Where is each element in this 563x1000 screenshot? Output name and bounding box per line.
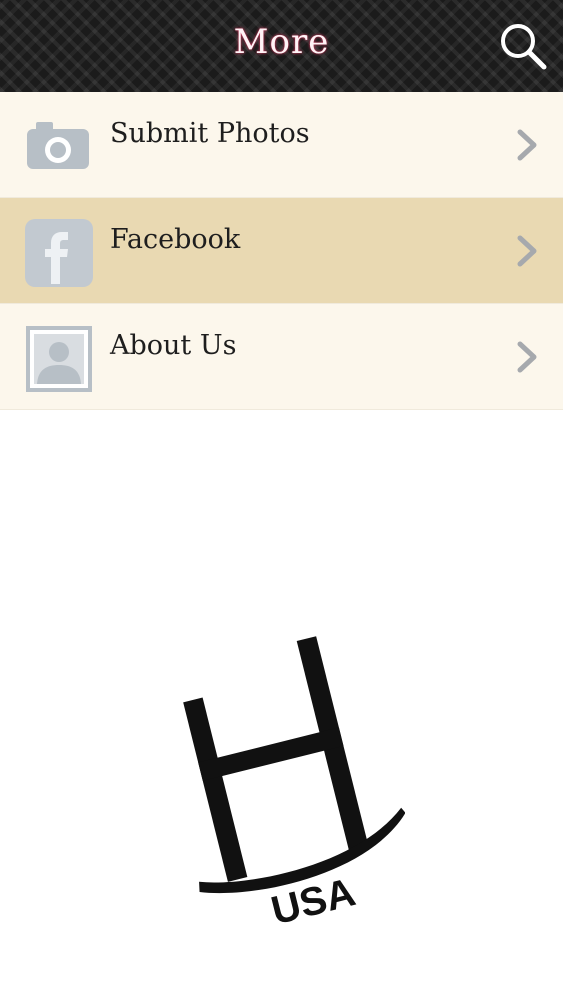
header-bar: More (0, 0, 563, 92)
search-icon (501, 24, 547, 70)
person-icon (26, 326, 92, 392)
menu-item-facebook[interactable]: Facebook (0, 198, 563, 304)
menu-item-label: Submit Photos (110, 118, 310, 149)
camera-icon (27, 122, 89, 169)
menu-item-label: About Us (110, 330, 237, 361)
more-menu-list: Submit Photos Facebook About Us (0, 92, 563, 410)
menu-item-submit-photos[interactable]: Submit Photos (0, 92, 563, 198)
search-button[interactable] (497, 20, 549, 72)
chair-logo: USA (183, 636, 405, 930)
chevron-right-icon (517, 235, 537, 267)
menu-item-about-us[interactable]: About Us (0, 304, 563, 410)
page-title: More (233, 22, 330, 62)
chevron-right-icon (517, 129, 537, 161)
menu-item-label: Facebook (110, 224, 241, 255)
facebook-icon (25, 219, 93, 287)
chevron-right-icon (517, 341, 537, 373)
